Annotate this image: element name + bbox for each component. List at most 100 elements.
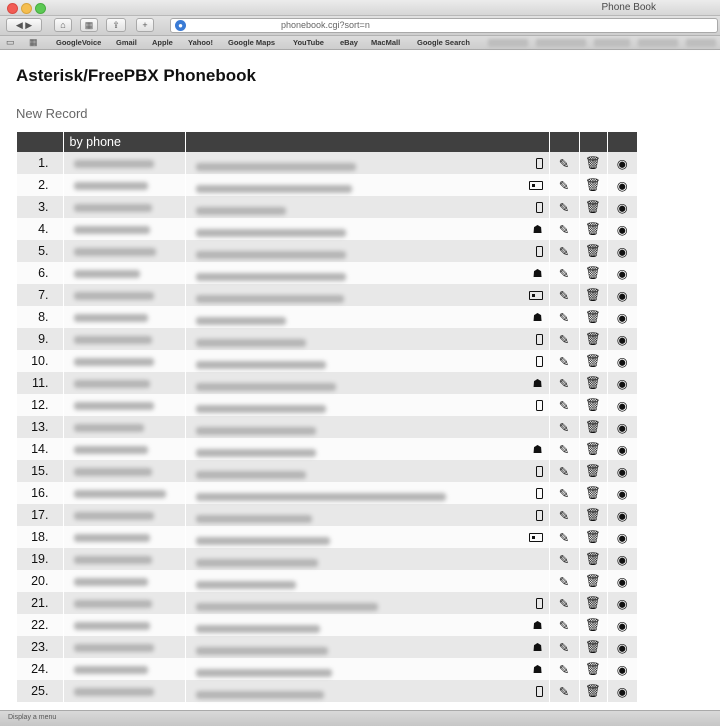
view-button[interactable]: ◉ [607,636,637,658]
edit-button[interactable]: ✎ [549,240,580,262]
view-button[interactable]: ◉ [607,416,637,438]
view-button[interactable]: ◉ [607,460,637,482]
delete-button[interactable]: 🗑 [579,262,608,284]
edit-button[interactable]: ✎ [549,680,580,702]
view-button[interactable]: ◉ [607,394,637,416]
delete-button[interactable]: 🗑 [579,482,608,504]
edit-button[interactable]: ✎ [549,482,580,504]
delete-button[interactable]: 🗑 [579,306,608,328]
bookmark-obscured[interactable] [488,39,528,47]
back-forward-buttons[interactable]: ◀ ▶ [6,18,42,32]
edit-button[interactable]: ✎ [549,284,580,306]
delete-button[interactable]: 🗑 [579,526,608,548]
add-button[interactable]: + [136,18,154,32]
bookmark-ebay[interactable]: eBay [340,38,358,47]
delete-button[interactable]: 🗑 [579,460,608,482]
bookmark-obscured[interactable] [536,39,586,47]
bookmark-googlevoice[interactable]: GoogleVoice [56,38,101,47]
view-button[interactable]: ◉ [607,526,637,548]
view-button[interactable]: ◉ [607,350,637,372]
view-button[interactable]: ◉ [607,438,637,460]
edit-button[interactable]: ✎ [549,636,580,658]
edit-button[interactable]: ✎ [549,416,580,438]
edit-button[interactable]: ✎ [549,504,580,526]
view-button[interactable]: ◉ [607,152,637,174]
delete-button[interactable]: 🗑 [579,328,608,350]
delete-button[interactable]: 🗑 [579,152,608,174]
home-button[interactable]: ⌂ [54,18,72,32]
zoom-window-button[interactable] [35,3,46,14]
delete-button[interactable]: 🗑 [579,240,608,262]
delete-button[interactable]: 🗑 [579,548,608,570]
view-button[interactable]: ◉ [607,328,637,350]
share-button[interactable]: ⇪ [106,18,126,32]
bookmark-obscured[interactable] [594,39,630,47]
delete-button[interactable]: 🗑 [579,636,608,658]
view-button[interactable]: ◉ [607,548,637,570]
minimize-window-button[interactable] [21,3,32,14]
delete-button[interactable]: 🗑 [579,592,608,614]
view-button[interactable]: ◉ [607,570,637,592]
view-button[interactable]: ◉ [607,592,637,614]
view-button[interactable]: ◉ [607,218,637,240]
delete-button[interactable]: 🗑 [579,218,608,240]
bookmark-google-search[interactable]: Google Search [417,38,470,47]
delete-button[interactable]: 🗑 [579,394,608,416]
delete-button[interactable]: 🗑 [579,570,608,592]
bookmark-yahoo[interactable]: Yahoo! [188,38,213,47]
view-button[interactable]: ◉ [607,174,637,196]
new-record-link[interactable]: New Record [16,106,88,121]
edit-button[interactable]: ✎ [549,306,580,328]
view-button[interactable]: ◉ [607,240,637,262]
edit-button[interactable]: ✎ [549,328,580,350]
edit-button[interactable]: ✎ [549,218,580,240]
edit-button[interactable]: ✎ [549,350,580,372]
edit-button[interactable]: ✎ [549,526,580,548]
bookmark-macmall[interactable]: MacMall [371,38,400,47]
delete-button[interactable]: 🗑 [579,284,608,306]
bookmark-gmail[interactable]: Gmail [116,38,137,47]
bookmark-youtube[interactable]: YouTube [293,38,324,47]
delete-button[interactable]: 🗑 [579,174,608,196]
delete-button[interactable]: 🗑 [579,504,608,526]
bookmark-google-maps[interactable]: Google Maps [228,38,275,47]
edit-button[interactable]: ✎ [549,372,580,394]
view-button[interactable]: ◉ [607,680,637,702]
view-button[interactable]: ◉ [607,372,637,394]
delete-button[interactable]: 🗑 [579,372,608,394]
delete-button[interactable]: 🗑 [579,438,608,460]
view-button[interactable]: ◉ [607,614,637,636]
edit-button[interactable]: ✎ [549,548,580,570]
delete-button[interactable]: 🗑 [579,416,608,438]
delete-button[interactable]: 🗑 [579,350,608,372]
edit-button[interactable]: ✎ [549,438,580,460]
view-button[interactable]: ◉ [607,262,637,284]
edit-button[interactable]: ✎ [549,592,580,614]
delete-button[interactable]: 🗑 [579,658,608,680]
view-button[interactable]: ◉ [607,306,637,328]
view-button[interactable]: ◉ [607,482,637,504]
edit-button[interactable]: ✎ [549,262,580,284]
view-button[interactable]: ◉ [607,504,637,526]
delete-button[interactable]: 🗑 [579,614,608,636]
view-button[interactable]: ◉ [607,658,637,680]
tabs-button[interactable]: ▦ [80,18,98,32]
delete-button[interactable]: 🗑 [579,680,608,702]
bookmark-obscured[interactable] [638,39,678,47]
edit-button[interactable]: ✎ [549,570,580,592]
address-bar[interactable]: ● phonebook.cgi?sort=n [170,18,718,33]
view-button[interactable]: ◉ [607,196,637,218]
edit-button[interactable]: ✎ [549,460,580,482]
edit-button[interactable]: ✎ [549,174,580,196]
edit-button[interactable]: ✎ [549,152,580,174]
bookmark-obscured[interactable] [686,39,716,47]
reading-list-icon[interactable]: ▭ ▦ [6,37,44,48]
close-window-button[interactable] [7,3,18,14]
view-button[interactable]: ◉ [607,284,637,306]
bookmark-apple[interactable]: Apple [152,38,173,47]
edit-button[interactable]: ✎ [549,394,580,416]
edit-button[interactable]: ✎ [549,658,580,680]
sort-by-phone-header[interactable]: by phone [63,132,186,152]
edit-button[interactable]: ✎ [549,614,580,636]
delete-button[interactable]: 🗑 [579,196,608,218]
